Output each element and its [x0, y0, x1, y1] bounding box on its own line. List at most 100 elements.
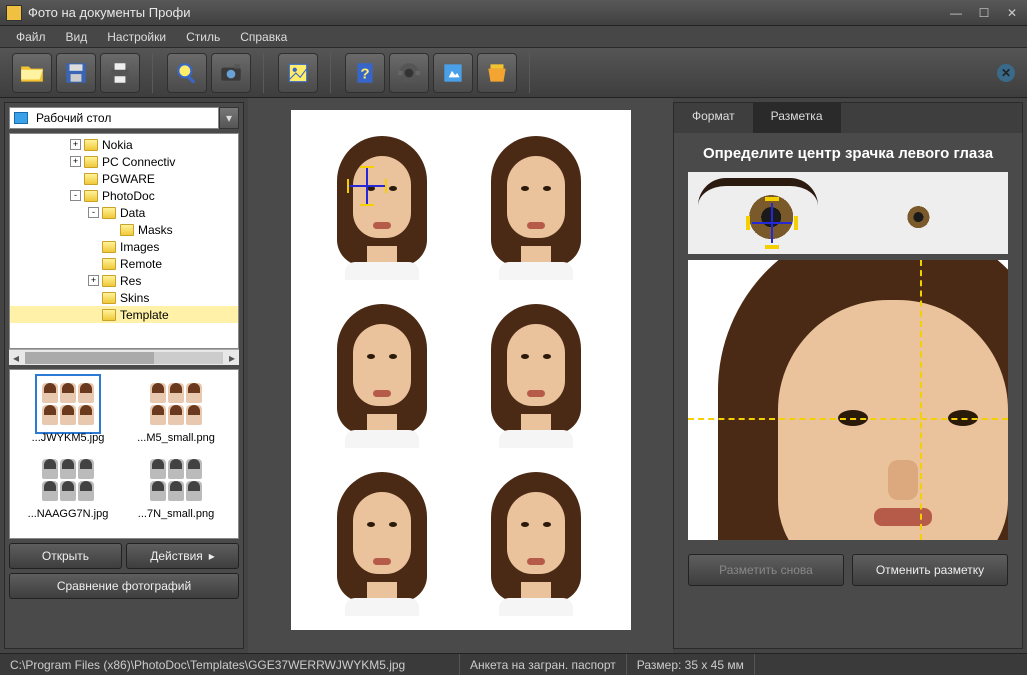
crop-icon[interactable] — [278, 53, 318, 93]
folder-icon — [102, 275, 116, 287]
tree-item[interactable]: + PC Connectiv — [10, 153, 238, 170]
cancel-markup-button[interactable]: Отменить разметку — [852, 554, 1008, 586]
close-button[interactable]: ✕ — [1003, 6, 1021, 20]
thumbnail[interactable]: ...JWYKM5.jpg — [16, 376, 120, 444]
right-panel: Формат Разметка Определите центр зрачка … — [673, 102, 1023, 649]
collapse-toolbar-icon[interactable]: ✕ — [997, 64, 1015, 82]
tree-label: Nokia — [102, 138, 133, 152]
folder-icon — [84, 139, 98, 151]
app-icon — [6, 5, 22, 21]
tree-item[interactable]: - Data — [10, 204, 238, 221]
photo-cell[interactable] — [317, 130, 447, 280]
tree-item[interactable]: + Nokia — [10, 136, 238, 153]
tree-item[interactable]: - PhotoDoc — [10, 187, 238, 204]
tab-format[interactable]: Формат — [674, 103, 753, 133]
tab-markup[interactable]: Разметка — [753, 103, 841, 133]
tree-label: Images — [120, 240, 159, 254]
tree-item[interactable]: PGWARE — [10, 170, 238, 187]
save-icon[interactable] — [56, 53, 96, 93]
print-icon[interactable] — [100, 53, 140, 93]
tree-h-scrollbar[interactable]: ◂ ▸ — [9, 349, 239, 365]
print-sheet — [291, 110, 631, 630]
folder-icon — [102, 292, 116, 304]
thumb-label: ...JWYKM5.jpg — [32, 432, 105, 444]
menu-view[interactable]: Вид — [58, 28, 96, 46]
tree-item[interactable]: Images — [10, 238, 238, 255]
camera-icon[interactable] — [211, 53, 251, 93]
folder-icon — [120, 224, 134, 236]
clothes-icon[interactable] — [389, 53, 429, 93]
photo-cell — [471, 130, 601, 280]
status-path: C:\Program Files (x86)\PhotoDoc\Template… — [0, 654, 460, 675]
folder-icon — [84, 156, 98, 168]
thumbnail[interactable]: ...7N_small.png — [124, 452, 228, 520]
eye-marker-cross[interactable] — [349, 168, 385, 204]
folder-icon — [84, 190, 98, 202]
status-format: Анкета на загран. паспорт — [460, 654, 627, 675]
statusbar: C:\Program Files (x86)\PhotoDoc\Template… — [0, 653, 1027, 675]
left-panel: Рабочий стол ▾ + Nokia + PC Connectiv PGWARE… — [4, 102, 244, 649]
svg-text:?: ? — [360, 65, 369, 82]
thumb-label: ...NAAGG7N.jpg — [28, 508, 109, 520]
preview-area[interactable] — [248, 98, 673, 653]
open-icon[interactable] — [12, 53, 52, 93]
menu-file[interactable]: Файл — [8, 28, 54, 46]
expand-icon[interactable]: + — [70, 156, 81, 167]
eye-example — [688, 172, 1008, 254]
thumb-label: ...M5_small.png — [137, 432, 215, 444]
menu-help[interactable]: Справка — [232, 28, 295, 46]
photo-cell — [317, 466, 447, 616]
expand-icon[interactable]: - — [88, 207, 99, 218]
tree-label: PC Connectiv — [102, 155, 175, 169]
minimize-button[interactable]: — — [947, 6, 965, 20]
status-size: Размер: 35 x 45 мм — [627, 654, 755, 675]
menu-style[interactable]: Стиль — [178, 28, 228, 46]
thumbnail[interactable]: ...NAAGG7N.jpg — [16, 452, 120, 520]
help-icon[interactable]: ? — [345, 53, 385, 93]
path-combo-text: Рабочий стол — [36, 111, 111, 125]
toolbar: ? ✕ — [0, 48, 1027, 98]
zoom-preview[interactable] — [688, 260, 1008, 540]
path-combo[interactable]: Рабочий стол ▾ — [9, 107, 239, 129]
folder-icon — [102, 258, 116, 270]
tree-item[interactable]: +Res — [10, 272, 238, 289]
tree-label: Masks — [138, 223, 173, 237]
titlebar: Фото на документы Профи — ☐ ✕ — [0, 0, 1027, 26]
photo-cell — [317, 298, 447, 448]
expand-icon[interactable]: - — [70, 190, 81, 201]
example-cross-icon — [752, 203, 792, 243]
thumbnail[interactable]: ...M5_small.png — [124, 376, 228, 444]
zoom-icon[interactable] — [167, 53, 207, 93]
folder-icon — [102, 309, 116, 321]
open-button[interactable]: Открыть — [9, 543, 122, 569]
compare-button[interactable]: Сравнение фотографий — [9, 573, 239, 599]
expand-icon[interactable]: + — [70, 139, 81, 150]
photo-cell — [471, 298, 601, 448]
folder-tree[interactable]: +Nokia+PC ConnectivPGWARE-PhotoDoc-DataM… — [9, 133, 239, 349]
path-combo-dropdown[interactable]: ▾ — [219, 107, 239, 129]
export-icon[interactable] — [477, 53, 517, 93]
remark-button[interactable]: Разметить снова — [688, 554, 844, 586]
drive-icon — [14, 112, 28, 124]
tree-label: PGWARE — [102, 172, 155, 186]
tree-label: PhotoDoc — [102, 189, 155, 203]
menubar: Файл Вид Настройки Стиль Справка — [0, 26, 1027, 48]
tree-item[interactable]: Skins — [10, 289, 238, 306]
tree-label: Data — [120, 206, 145, 220]
tree-item[interactable]: Masks — [10, 221, 238, 238]
tree-label: Skins — [120, 291, 149, 305]
menu-settings[interactable]: Настройки — [99, 28, 174, 46]
actions-button[interactable]: Действия▸ — [126, 543, 239, 569]
folder-icon — [84, 173, 98, 185]
instruction-text: Определите центр зрачка левого глаза — [674, 133, 1022, 172]
tree-item[interactable]: Remote — [10, 255, 238, 272]
tree-item[interactable]: Template — [10, 306, 238, 323]
retouch-icon[interactable] — [433, 53, 473, 93]
expand-icon[interactable]: + — [88, 275, 99, 286]
thumb-label: ...7N_small.png — [138, 508, 214, 520]
guide-vertical — [920, 260, 922, 540]
thumbnail-grid[interactable]: ...JWYKM5.jpg ...M5_small.png ...NAAGG7N.j… — [9, 369, 239, 539]
folder-icon — [102, 207, 116, 219]
maximize-button[interactable]: ☐ — [975, 6, 993, 20]
guide-horizontal — [688, 418, 1008, 420]
